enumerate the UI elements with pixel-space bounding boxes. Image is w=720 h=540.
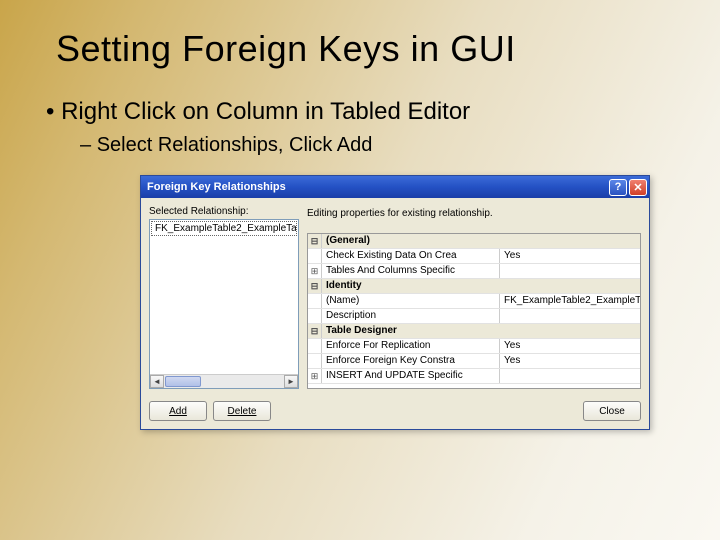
selected-relationship-label: Selected Relationship:	[149, 206, 299, 217]
dialog-titlebar[interactable]: Foreign Key Relationships ? ✕	[141, 176, 649, 198]
dialog-title: Foreign Key Relationships	[147, 181, 607, 193]
horizontal-scrollbar[interactable]: ◄ ►	[150, 374, 298, 388]
category-general[interactable]: ⊟ (General)	[308, 234, 640, 249]
prop-check-existing[interactable]: Check Existing Data On Crea Yes	[308, 249, 640, 264]
scroll-right-icon[interactable]: ►	[284, 375, 298, 388]
close-icon[interactable]: ✕	[629, 179, 647, 196]
foreign-key-relationships-dialog: Foreign Key Relationships ? ✕ Selected R…	[140, 175, 650, 430]
prop-name[interactable]: (Name) FK_ExampleTable2_ExampleTable2	[308, 294, 640, 309]
relationship-description: Editing properties for existing relation…	[307, 208, 641, 219]
relationship-listbox[interactable]: FK_ExampleTable2_ExampleTa ◄ ►	[149, 219, 299, 389]
scroll-left-icon[interactable]: ◄	[150, 375, 164, 388]
category-identity[interactable]: ⊟ Identity	[308, 279, 640, 294]
bullet-level-2: Select Relationships, Click Add	[80, 134, 680, 157]
expand-icon[interactable]: ⊞	[308, 264, 322, 278]
expand-icon[interactable]: ⊞	[308, 369, 322, 383]
help-button[interactable]: ?	[609, 179, 627, 196]
prop-insert-update[interactable]: ⊞ INSERT And UPDATE Specific	[308, 369, 640, 384]
scroll-thumb[interactable]	[165, 376, 201, 387]
delete-button[interactable]: Delete	[213, 401, 271, 421]
collapse-icon[interactable]: ⊟	[308, 234, 322, 248]
category-table-designer[interactable]: ⊟ Table Designer	[308, 324, 640, 339]
prop-tables-columns[interactable]: ⊞ Tables And Columns Specific	[308, 264, 640, 279]
bullet-level-1: Right Click on Column in Tabled Editor	[46, 98, 680, 126]
prop-description[interactable]: Description	[308, 309, 640, 324]
add-button[interactable]: Add	[149, 401, 207, 421]
slide-title: Setting Foreign Keys in GUI	[56, 28, 680, 70]
property-grid[interactable]: ⊟ (General) Check Existing Data On Crea …	[307, 233, 641, 389]
prop-enforce-replication[interactable]: Enforce For Replication Yes	[308, 339, 640, 354]
close-button[interactable]: Close	[583, 401, 641, 421]
scroll-track[interactable]	[202, 375, 284, 388]
collapse-icon[interactable]: ⊟	[308, 279, 322, 293]
list-item[interactable]: FK_ExampleTable2_ExampleTa	[151, 221, 297, 236]
collapse-icon[interactable]: ⊟	[308, 324, 322, 338]
prop-enforce-fk[interactable]: Enforce Foreign Key Constra Yes	[308, 354, 640, 369]
